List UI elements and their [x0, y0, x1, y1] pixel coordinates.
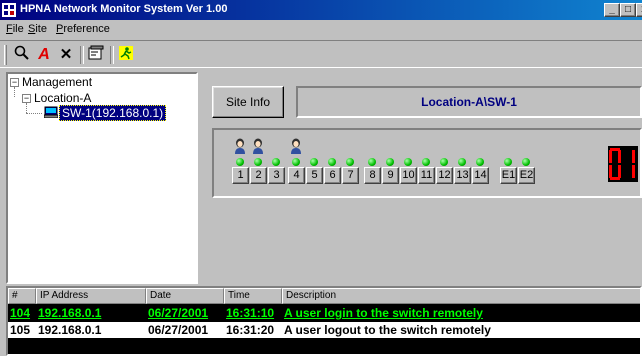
link-led-port-10 [404, 158, 412, 166]
link-led-port-3 [272, 158, 280, 166]
link-led-port-1 [236, 158, 244, 166]
port-button-13[interactable]: 13 [454, 167, 471, 184]
menu-preference[interactable]: Preference [56, 23, 110, 35]
toolbar-separator [110, 46, 114, 64]
port-button-14[interactable]: 14 [472, 167, 489, 184]
close-button[interactable]: x [636, 3, 642, 17]
menu-file[interactable]: File [6, 23, 24, 35]
link-led-port-4 [292, 158, 300, 166]
port-button-10[interactable]: 10 [400, 167, 417, 184]
column-header-description[interactable]: Description [282, 288, 640, 304]
port-button-6[interactable]: 6 [324, 167, 341, 184]
tree-item-management[interactable]: Management [22, 75, 92, 89]
port-button-4[interactable]: 4 [288, 167, 305, 184]
log-ip: 192.168.0.1 [38, 323, 102, 337]
user-connected-icon [290, 138, 302, 154]
port-button-8[interactable]: 8 [364, 167, 381, 184]
port-button-11[interactable]: 11 [418, 167, 435, 184]
switch-front-panel: 1 2 3 4 5 6 7 8 9 10 11 12 13 14 E1 E2 [212, 128, 642, 198]
menu-site[interactable]: Site [28, 23, 47, 35]
link-led-port-e2 [522, 158, 530, 166]
link-led-port-e1 [504, 158, 512, 166]
port-button-1[interactable]: 1 [232, 167, 249, 184]
app-icon[interactable] [2, 3, 16, 17]
ports-container: 1 2 3 4 5 6 7 8 9 10 11 12 13 14 E1 E2 [214, 130, 640, 196]
minimize-button[interactable]: _ [604, 3, 620, 17]
port-button-3[interactable]: 3 [268, 167, 285, 184]
link-led-port-14 [476, 158, 484, 166]
link-led-port-6 [328, 158, 336, 166]
column-header-number[interactable]: # [8, 288, 36, 304]
toolbar: A ✕ [0, 40, 642, 68]
site-info-button[interactable]: Site Info [212, 86, 284, 118]
maximize-button[interactable]: □ [620, 3, 636, 17]
log-number: 105 [10, 323, 31, 337]
link-led-port-8 [368, 158, 376, 166]
tree-connector [14, 87, 15, 97]
user-connected-icon [252, 138, 264, 154]
link-led-port-12 [440, 158, 448, 166]
log-date: 06/27/2001 [148, 323, 209, 337]
font-icon[interactable]: A [34, 45, 54, 65]
log-number: 104 [10, 306, 31, 320]
log-time: 16:31:10 [226, 306, 275, 320]
menu-bar: File Site Preference [0, 21, 642, 39]
collapse-location-icon[interactable]: − [22, 94, 31, 103]
location-path-display: Location-A\SW-1 [296, 86, 642, 118]
log-row[interactable]: 105 192.168.0.1 06/27/2001 16:31:20 A us… [8, 322, 640, 338]
port-button-e1[interactable]: E1 [500, 167, 517, 184]
log-row[interactable]: 104 192.168.0.1 06/27/2001 16:31:10 A us… [8, 305, 640, 321]
collapse-management-icon[interactable]: − [10, 78, 19, 87]
column-header-time[interactable]: Time [224, 288, 282, 304]
segment-digits [609, 148, 635, 180]
port-button-e2[interactable]: E2 [518, 167, 535, 184]
port-button-7[interactable]: 7 [342, 167, 359, 184]
port-button-9[interactable]: 9 [382, 167, 399, 184]
port-button-12[interactable]: 12 [436, 167, 453, 184]
link-led-port-13 [458, 158, 466, 166]
link-led-port-2 [254, 158, 262, 166]
log-description: A user login to the switch remotely [284, 306, 483, 320]
toolbar-separator [80, 46, 84, 64]
link-led-port-11 [422, 158, 430, 166]
tree-connector [26, 103, 27, 113]
segment-display [608, 146, 638, 182]
log-time: 16:31:20 [226, 323, 275, 337]
title-bar[interactable]: HPNA Network Monitor System Ver 1.00 _ □… [0, 0, 642, 20]
properties-icon[interactable] [86, 45, 106, 65]
tree-item-sw-1[interactable]: SW-1(192.168.0.1) [59, 105, 167, 121]
column-header-date[interactable]: Date [146, 288, 224, 304]
tree-item-location-a[interactable]: Location-A [34, 91, 91, 105]
site-tree[interactable]: − Management − Location-A SW-1(192.168.0… [6, 72, 198, 284]
switch-icon [43, 106, 59, 119]
tree-connector [26, 113, 42, 114]
column-header-ip[interactable]: IP Address [36, 288, 146, 304]
search-icon[interactable] [12, 45, 32, 65]
user-connected-icon [234, 138, 246, 154]
link-led-port-9 [386, 158, 394, 166]
run-icon[interactable] [116, 45, 136, 65]
port-button-5[interactable]: 5 [306, 167, 323, 184]
log-date: 06/27/2001 [148, 306, 209, 320]
delete-icon[interactable]: ✕ [56, 45, 76, 65]
log-description: A user logout to the switch remotely [284, 323, 491, 337]
link-led-port-7 [346, 158, 354, 166]
link-led-port-5 [310, 158, 318, 166]
event-log-list[interactable]: # IP Address Date Time Description 104 1… [6, 286, 642, 356]
port-button-2[interactable]: 2 [250, 167, 267, 184]
log-ip: 192.168.0.1 [38, 306, 102, 320]
toolbar-grip[interactable] [4, 45, 7, 65]
window-title: HPNA Network Monitor System Ver 1.00 [20, 3, 228, 15]
switch-panel: Site Info Location-A\SW-1 1 2 3 4 5 6 7 8 9 10 11 1… [202, 72, 642, 284]
